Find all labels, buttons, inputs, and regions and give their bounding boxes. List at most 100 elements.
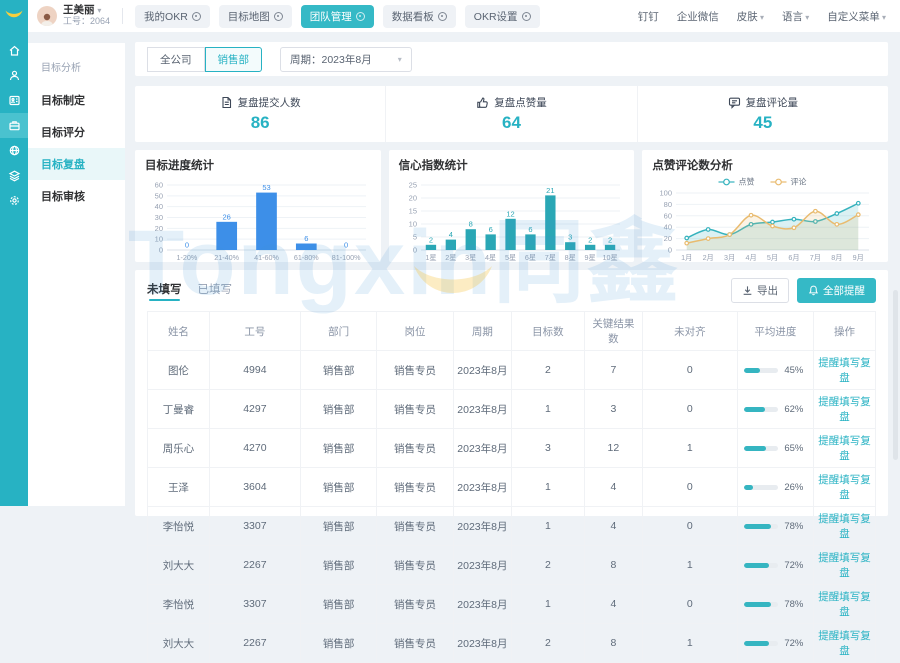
sidebar-menu-item[interactable]: 目标制定 (28, 84, 125, 116)
sidebar-menu-item[interactable]: 目标审核 (28, 180, 125, 212)
cell-employee-id: 3307 (209, 507, 300, 546)
user-meta[interactable]: 王美丽 ▾ 工号：2064 (63, 5, 110, 27)
svg-text:评论: 评论 (791, 177, 807, 187)
remind-link[interactable]: 提醒填写复盘 (818, 630, 871, 657)
tab-unfilled[interactable]: 未填写 (147, 281, 182, 301)
svg-text:6: 6 (528, 225, 532, 234)
cell-department: 销售部 (300, 546, 376, 585)
sidebar-menu-item[interactable]: 目标评分 (28, 116, 125, 148)
progress-bar (744, 602, 778, 607)
svg-text:8: 8 (468, 220, 472, 229)
cell-name: 李怡悦 (148, 507, 210, 546)
table-row: 图伦 4994 销售部 销售专员 2023年8月 2 7 0 45% (148, 351, 876, 390)
briefcase-icon[interactable] (0, 113, 28, 138)
export-button[interactable]: 导出 (731, 278, 789, 303)
svg-text:1-20%: 1-20% (177, 253, 198, 262)
target-icon (274, 12, 283, 21)
remind-link[interactable]: 提醒填写复盘 (818, 591, 871, 618)
svg-text:5: 5 (413, 233, 417, 242)
cell-employee-id: 4994 (209, 351, 300, 390)
remind-link[interactable]: 提醒填写复盘 (818, 396, 871, 423)
top-link[interactable]: 企业微信 (677, 9, 719, 24)
nav-tab[interactable]: 我的OKR (135, 5, 210, 28)
secondary-sidebar: 目标分析 目标制定 目标评分 目标复盘 目标审核 (28, 43, 125, 506)
likes-comments-line-chart: 0204060801001月2月3月4月5月6月7月8月9月点赞评论 (652, 175, 877, 263)
cell-role: 销售专员 (377, 507, 453, 546)
nav-tab[interactable]: 团队管理 (301, 5, 374, 28)
remind-link[interactable]: 提醒填写复盘 (818, 552, 871, 579)
cell-role: 销售专员 (377, 351, 453, 390)
cell-role: 销售专员 (377, 546, 453, 585)
table-row: 李怡悦 3307 销售部 销售专员 2023年8月 1 4 0 78% (148, 507, 876, 546)
app-logo[interactable] (0, 0, 28, 30)
cell-unaligned: 0 (643, 468, 738, 507)
top-link[interactable]: 皮肤 (737, 9, 764, 24)
cell-kr-count: 4 (584, 468, 642, 507)
scrollbar[interactable] (893, 290, 898, 460)
nav-tab-label: 目标地图 (228, 9, 270, 24)
cell-goal-count: 2 (511, 624, 584, 663)
top-link[interactable]: 钉钉 (638, 9, 659, 24)
svg-text:100: 100 (660, 189, 673, 198)
cell-employee-id: 4297 (209, 390, 300, 429)
svg-text:10星: 10星 (602, 253, 617, 262)
nav-tab[interactable]: 数据看板 (383, 5, 456, 28)
svg-text:26: 26 (223, 212, 231, 221)
remind-all-button[interactable]: 全部提醒 (797, 278, 876, 303)
gear-icon[interactable] (0, 188, 28, 213)
cell-department: 销售部 (300, 585, 376, 624)
layers-icon[interactable] (0, 163, 28, 188)
tab-filled[interactable]: 已填写 (198, 281, 233, 301)
cell-role: 销售专员 (377, 585, 453, 624)
nav-tab[interactable]: OKR设置 (465, 5, 540, 28)
cell-unaligned: 1 (643, 624, 738, 663)
idcard-icon[interactable] (0, 88, 28, 113)
team-icon[interactable] (0, 63, 28, 88)
cell-period: 2023年8月 (453, 468, 511, 507)
home-icon[interactable] (0, 38, 28, 63)
cell-progress: 26% (737, 468, 813, 507)
top-links: 钉钉 企业微信 皮肤 语言 自定义菜单 (638, 9, 886, 24)
stat-submit-count: 复盘提交人数 86 (135, 86, 386, 142)
cell-name: 周乐心 (148, 429, 210, 468)
goal-progress-chart-card: 目标进度统计 010203040506001-20%2621-40%5341-6… (135, 150, 381, 262)
cell-period: 2023年8月 (453, 507, 511, 546)
cell-period: 2023年8月 (453, 546, 511, 585)
svg-text:20: 20 (155, 224, 163, 233)
remind-link[interactable]: 提醒填写复盘 (818, 513, 871, 540)
remind-link[interactable]: 提醒填写复盘 (818, 474, 871, 501)
scope-button[interactable]: 销售部 (205, 47, 263, 72)
scope-button[interactable]: 全公司 (147, 47, 205, 72)
table-row: 周乐心 4270 销售部 销售专员 2023年8月 3 12 1 65% (148, 429, 876, 468)
avatar[interactable] (37, 6, 57, 26)
svg-text:21: 21 (546, 186, 554, 195)
svg-text:60: 60 (155, 181, 163, 190)
cell-role: 销售专员 (377, 624, 453, 663)
svg-text:15: 15 (408, 207, 416, 216)
progress-bar (744, 563, 778, 568)
nav-tab-label: OKR设置 (474, 9, 518, 24)
remind-link[interactable]: 提醒填写复盘 (818, 357, 871, 384)
top-link[interactable]: 语言 (782, 9, 809, 24)
divider (122, 8, 123, 24)
period-select[interactable]: 周期：2023年8月 ▾ (280, 47, 412, 72)
top-link[interactable]: 自定义菜单 (827, 9, 886, 24)
nav-tab[interactable]: 目标地图 (219, 5, 292, 28)
progress-label: 26% (784, 482, 806, 493)
main-content: 全公司 销售部 周期：2023年8月 ▾ 复盘提交人数 86 复盘点赞量 64 (125, 32, 900, 506)
remind-link[interactable]: 提醒填写复盘 (818, 435, 871, 462)
cell-progress: 72% (737, 546, 813, 585)
svg-text:53: 53 (262, 183, 270, 192)
svg-text:4星: 4星 (485, 253, 496, 262)
svg-text:点赞: 点赞 (739, 177, 755, 187)
svg-text:10: 10 (408, 220, 416, 229)
globe-icon[interactable] (0, 138, 28, 163)
cell-unaligned: 0 (643, 507, 738, 546)
cell-kr-count: 7 (584, 351, 642, 390)
table-column-header: 目标数 (511, 312, 584, 351)
sidebar-menu-item[interactable]: 目标复盘 (28, 148, 125, 180)
cell-employee-id: 4270 (209, 429, 300, 468)
svg-text:0: 0 (159, 246, 163, 255)
svg-text:4: 4 (448, 230, 452, 239)
user-name: 王美丽 (63, 4, 95, 16)
